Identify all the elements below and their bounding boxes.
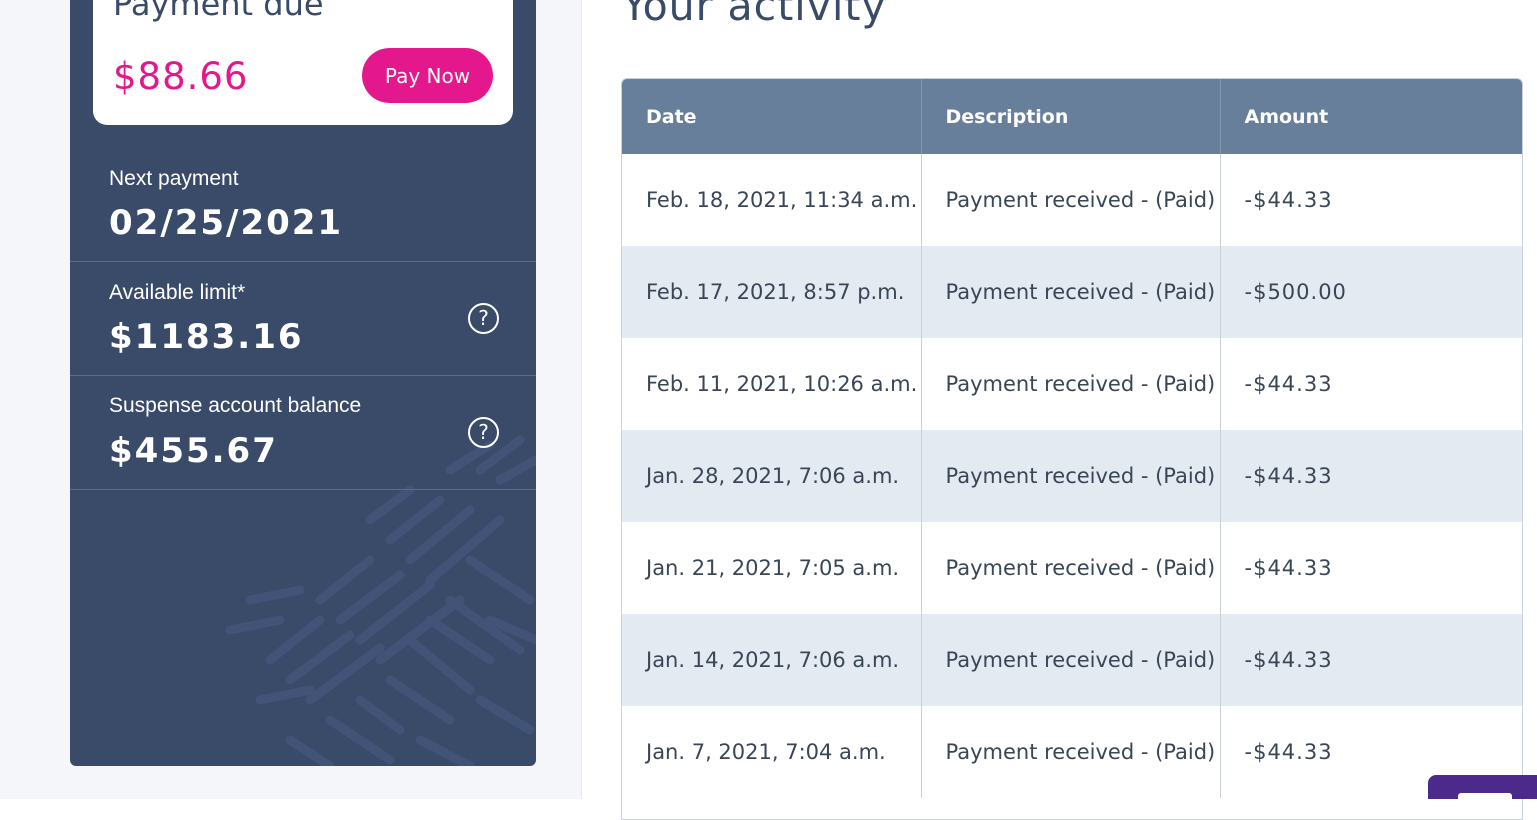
column-header-amount: Amount bbox=[1220, 79, 1522, 154]
suspense-balance-value: $455.67 bbox=[109, 431, 278, 471]
available-limit-section: Available limit* $1183.16 ? bbox=[70, 262, 536, 375]
row-date: Jan. 28, 2021, 7:06 a.m. bbox=[622, 430, 922, 522]
payment-due-title: Payment due bbox=[113, 0, 324, 23]
account-summary-panel: Payment due $88.66 Pay Now Next payment … bbox=[70, 0, 536, 766]
suspense-balance-label: Suspense account balance bbox=[109, 394, 362, 417]
table-row: Feb. 18, 2021, 11:34 a.m. Payment receiv… bbox=[622, 154, 1522, 246]
column-header-date: Date bbox=[622, 79, 922, 154]
table-header-row: Date Description Amount bbox=[622, 79, 1522, 154]
chat-icon bbox=[1458, 793, 1512, 803]
row-description: Payment received - (Paid) bbox=[921, 430, 1221, 522]
row-date: Jan. 14, 2021, 7:06 a.m. bbox=[622, 614, 922, 706]
table-row: Jan. 28, 2021, 7:06 a.m. Payment receive… bbox=[622, 430, 1522, 522]
row-date: Feb. 18, 2021, 11:34 a.m. bbox=[622, 154, 922, 246]
row-description: Payment received - (Paid) bbox=[921, 614, 1221, 706]
row-amount: -$44.33 bbox=[1220, 338, 1522, 430]
available-limit-label: Available limit* bbox=[109, 281, 246, 304]
available-limit-value: $1183.16 bbox=[109, 317, 304, 357]
row-amount: -$44.33 bbox=[1220, 154, 1522, 246]
table-row: Jan. 14, 2021, 7:06 a.m. Payment receive… bbox=[622, 614, 1522, 706]
table-row: Jan. 7, 2021, 7:04 a.m. Payment received… bbox=[622, 706, 1522, 798]
row-description: Payment received - (Paid) bbox=[921, 706, 1221, 798]
activity-title: Your activity bbox=[622, 0, 887, 30]
row-description: Payment received - (Paid) bbox=[921, 246, 1221, 338]
pay-now-button[interactable]: Pay Now bbox=[362, 48, 493, 103]
help-icon[interactable]: ? bbox=[468, 303, 499, 334]
payment-due-amount: $88.66 bbox=[113, 55, 249, 98]
row-date: Jan. 21, 2021, 7:05 a.m. bbox=[622, 522, 922, 614]
row-description: Payment received - (Paid) bbox=[921, 154, 1221, 246]
row-amount: -$44.33 bbox=[1220, 522, 1522, 614]
row-description: Payment received - (Paid) bbox=[921, 522, 1221, 614]
table-row: Feb. 17, 2021, 8:57 p.m. Payment receive… bbox=[622, 246, 1522, 338]
row-amount: -$44.33 bbox=[1220, 614, 1522, 706]
row-description: Payment received - (Paid) bbox=[921, 338, 1221, 430]
next-payment-section: Next payment 02/25/2021 bbox=[70, 125, 536, 261]
next-payment-label: Next payment bbox=[109, 167, 239, 190]
table-row: Feb. 11, 2021, 10:26 a.m. Payment receiv… bbox=[622, 338, 1522, 430]
row-amount: -$44.33 bbox=[1220, 430, 1522, 522]
row-date: Feb. 17, 2021, 8:57 p.m. bbox=[622, 246, 922, 338]
activity-table: Date Description Amount Feb. 18, 2021, 1… bbox=[621, 78, 1523, 820]
next-payment-value: 02/25/2021 bbox=[109, 203, 344, 243]
chat-widget-button[interactable] bbox=[1428, 775, 1537, 803]
divider bbox=[70, 489, 536, 490]
suspense-balance-section: Suspense account balance $455.67 ? bbox=[70, 376, 536, 489]
table-row: Jan. 21, 2021, 7:05 a.m. Payment receive… bbox=[622, 522, 1522, 614]
row-date: Feb. 11, 2021, 10:26 a.m. bbox=[622, 338, 922, 430]
help-icon[interactable]: ? bbox=[468, 417, 499, 448]
payment-due-card: Payment due $88.66 Pay Now bbox=[93, 0, 513, 125]
row-date: Jan. 7, 2021, 7:04 a.m. bbox=[622, 706, 922, 798]
row-amount: -$500.00 bbox=[1220, 246, 1522, 338]
column-header-description: Description bbox=[921, 79, 1221, 154]
